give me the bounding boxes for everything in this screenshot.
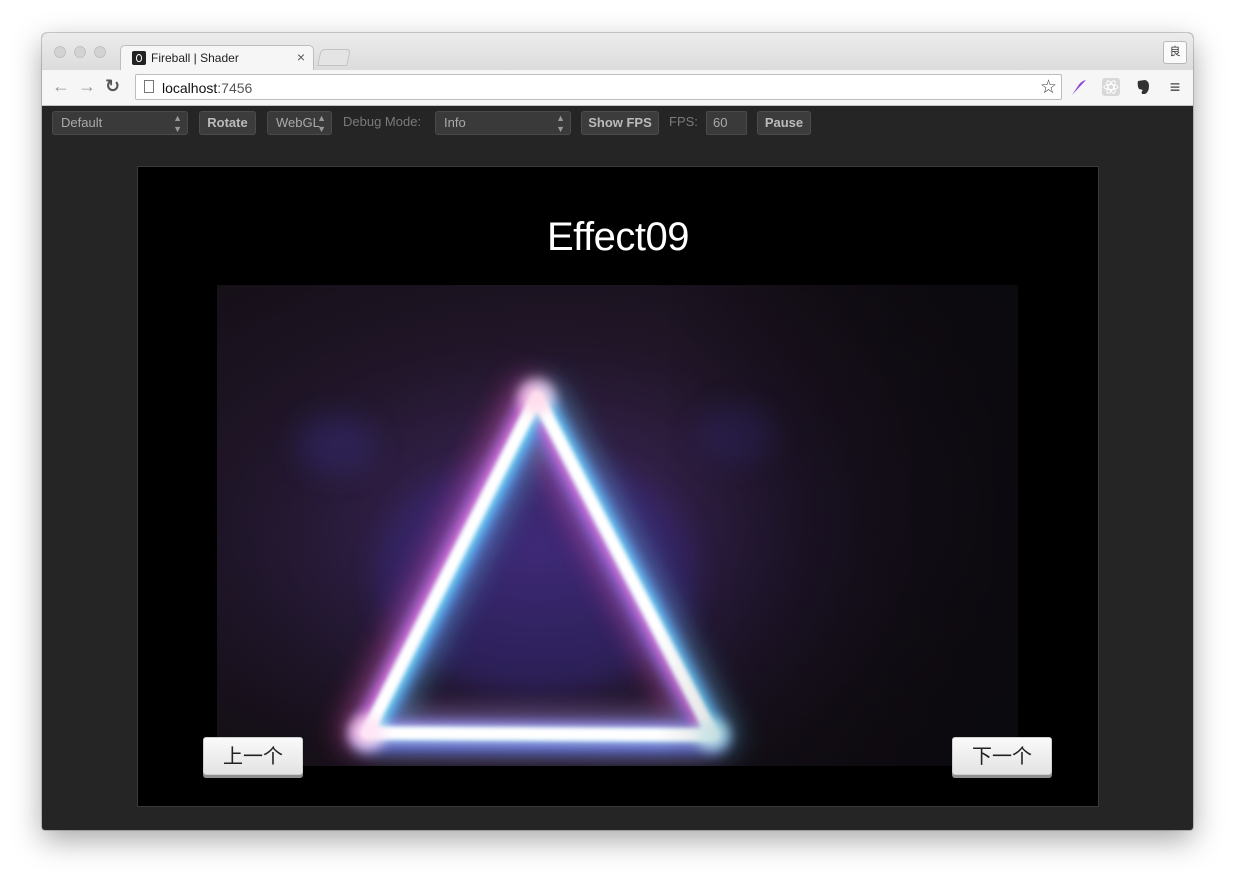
navigation-bar: ← → ↻ localhost:7456 ☆ ≡ <box>42 70 1193 106</box>
select-arrows-icon: ▲ ▼ <box>173 113 182 134</box>
right-fade <box>217 285 1018 766</box>
rotate-button[interactable]: Rotate <box>199 111 256 135</box>
menu-icon[interactable]: ≡ <box>1165 77 1185 97</box>
address-bar[interactable]: localhost:7456 ☆ <box>135 74 1062 100</box>
react-svg <box>1102 78 1120 96</box>
show-fps-button[interactable]: Show FPS <box>581 111 659 135</box>
reload-icon[interactable]: ↻ <box>105 75 120 97</box>
select-arrows-icon: ▲ ▼ <box>317 113 326 134</box>
tab-title: Fireball | Shader <box>151 51 239 65</box>
title-bar: Fireball | Shader × 良 <box>42 33 1193 71</box>
game-canvas[interactable]: Effect09 上一个 下一个 <box>137 166 1099 807</box>
close-window-icon[interactable] <box>54 46 66 58</box>
next-button[interactable]: 下一个 <box>952 737 1052 775</box>
minimize-window-icon[interactable] <box>74 46 86 58</box>
renderer-select-value: WebGL <box>276 115 320 130</box>
tab-close-icon[interactable]: × <box>297 49 305 65</box>
new-tab-button[interactable] <box>317 49 351 66</box>
neon-triangle-effect <box>217 285 1018 766</box>
url-text: localhost:7456 <box>162 80 252 96</box>
debug-mode-select[interactable]: Info ▲ ▼ <box>435 111 571 135</box>
evernote-svg <box>1137 80 1149 94</box>
select-arrows-icon: ▲ ▼ <box>556 113 565 134</box>
shader-toolbar: Default ▲ ▼ Rotate WebGL ▲ ▼ Debug Mode: I… <box>42 106 1193 140</box>
fireball-favicon-icon <box>132 51 146 65</box>
pause-button[interactable]: Pause <box>757 111 811 135</box>
feather-extension-icon[interactable] <box>1069 77 1089 97</box>
bookmark-star-icon[interactable]: ☆ <box>1040 76 1057 99</box>
shader-scene <box>217 285 1018 766</box>
browser-tab[interactable]: Fireball | Shader × <box>120 45 314 71</box>
scheme-select[interactable]: Default ▲ ▼ <box>52 111 188 135</box>
debug-mode-label: Debug Mode: <box>343 114 422 129</box>
renderer-select[interactable]: WebGL ▲ ▼ <box>267 111 332 135</box>
react-extension-icon[interactable] <box>1101 77 1121 97</box>
feather-svg <box>1072 80 1086 95</box>
previous-button[interactable]: 上一个 <box>203 737 303 775</box>
fps-label: FPS: <box>669 114 698 129</box>
debug-mode-select-value: Info <box>444 115 466 130</box>
forward-icon[interactable]: → <box>78 75 96 97</box>
page-icon <box>144 80 154 93</box>
fps-input[interactable]: 60 <box>706 111 747 135</box>
url-port: :7456 <box>217 80 253 96</box>
effect-title: Effect09 <box>546 215 690 259</box>
browser-window: Fireball | Shader × 良 ← → ↻ localhost:74… <box>42 33 1193 830</box>
scheme-select-value: Default <box>61 115 103 130</box>
back-icon[interactable]: ← <box>52 75 70 97</box>
profile-button[interactable]: 良 <box>1163 41 1187 64</box>
url-host: localhost <box>162 80 218 96</box>
maximize-window-icon[interactable] <box>94 46 106 58</box>
evernote-extension-icon[interactable] <box>1133 77 1153 97</box>
